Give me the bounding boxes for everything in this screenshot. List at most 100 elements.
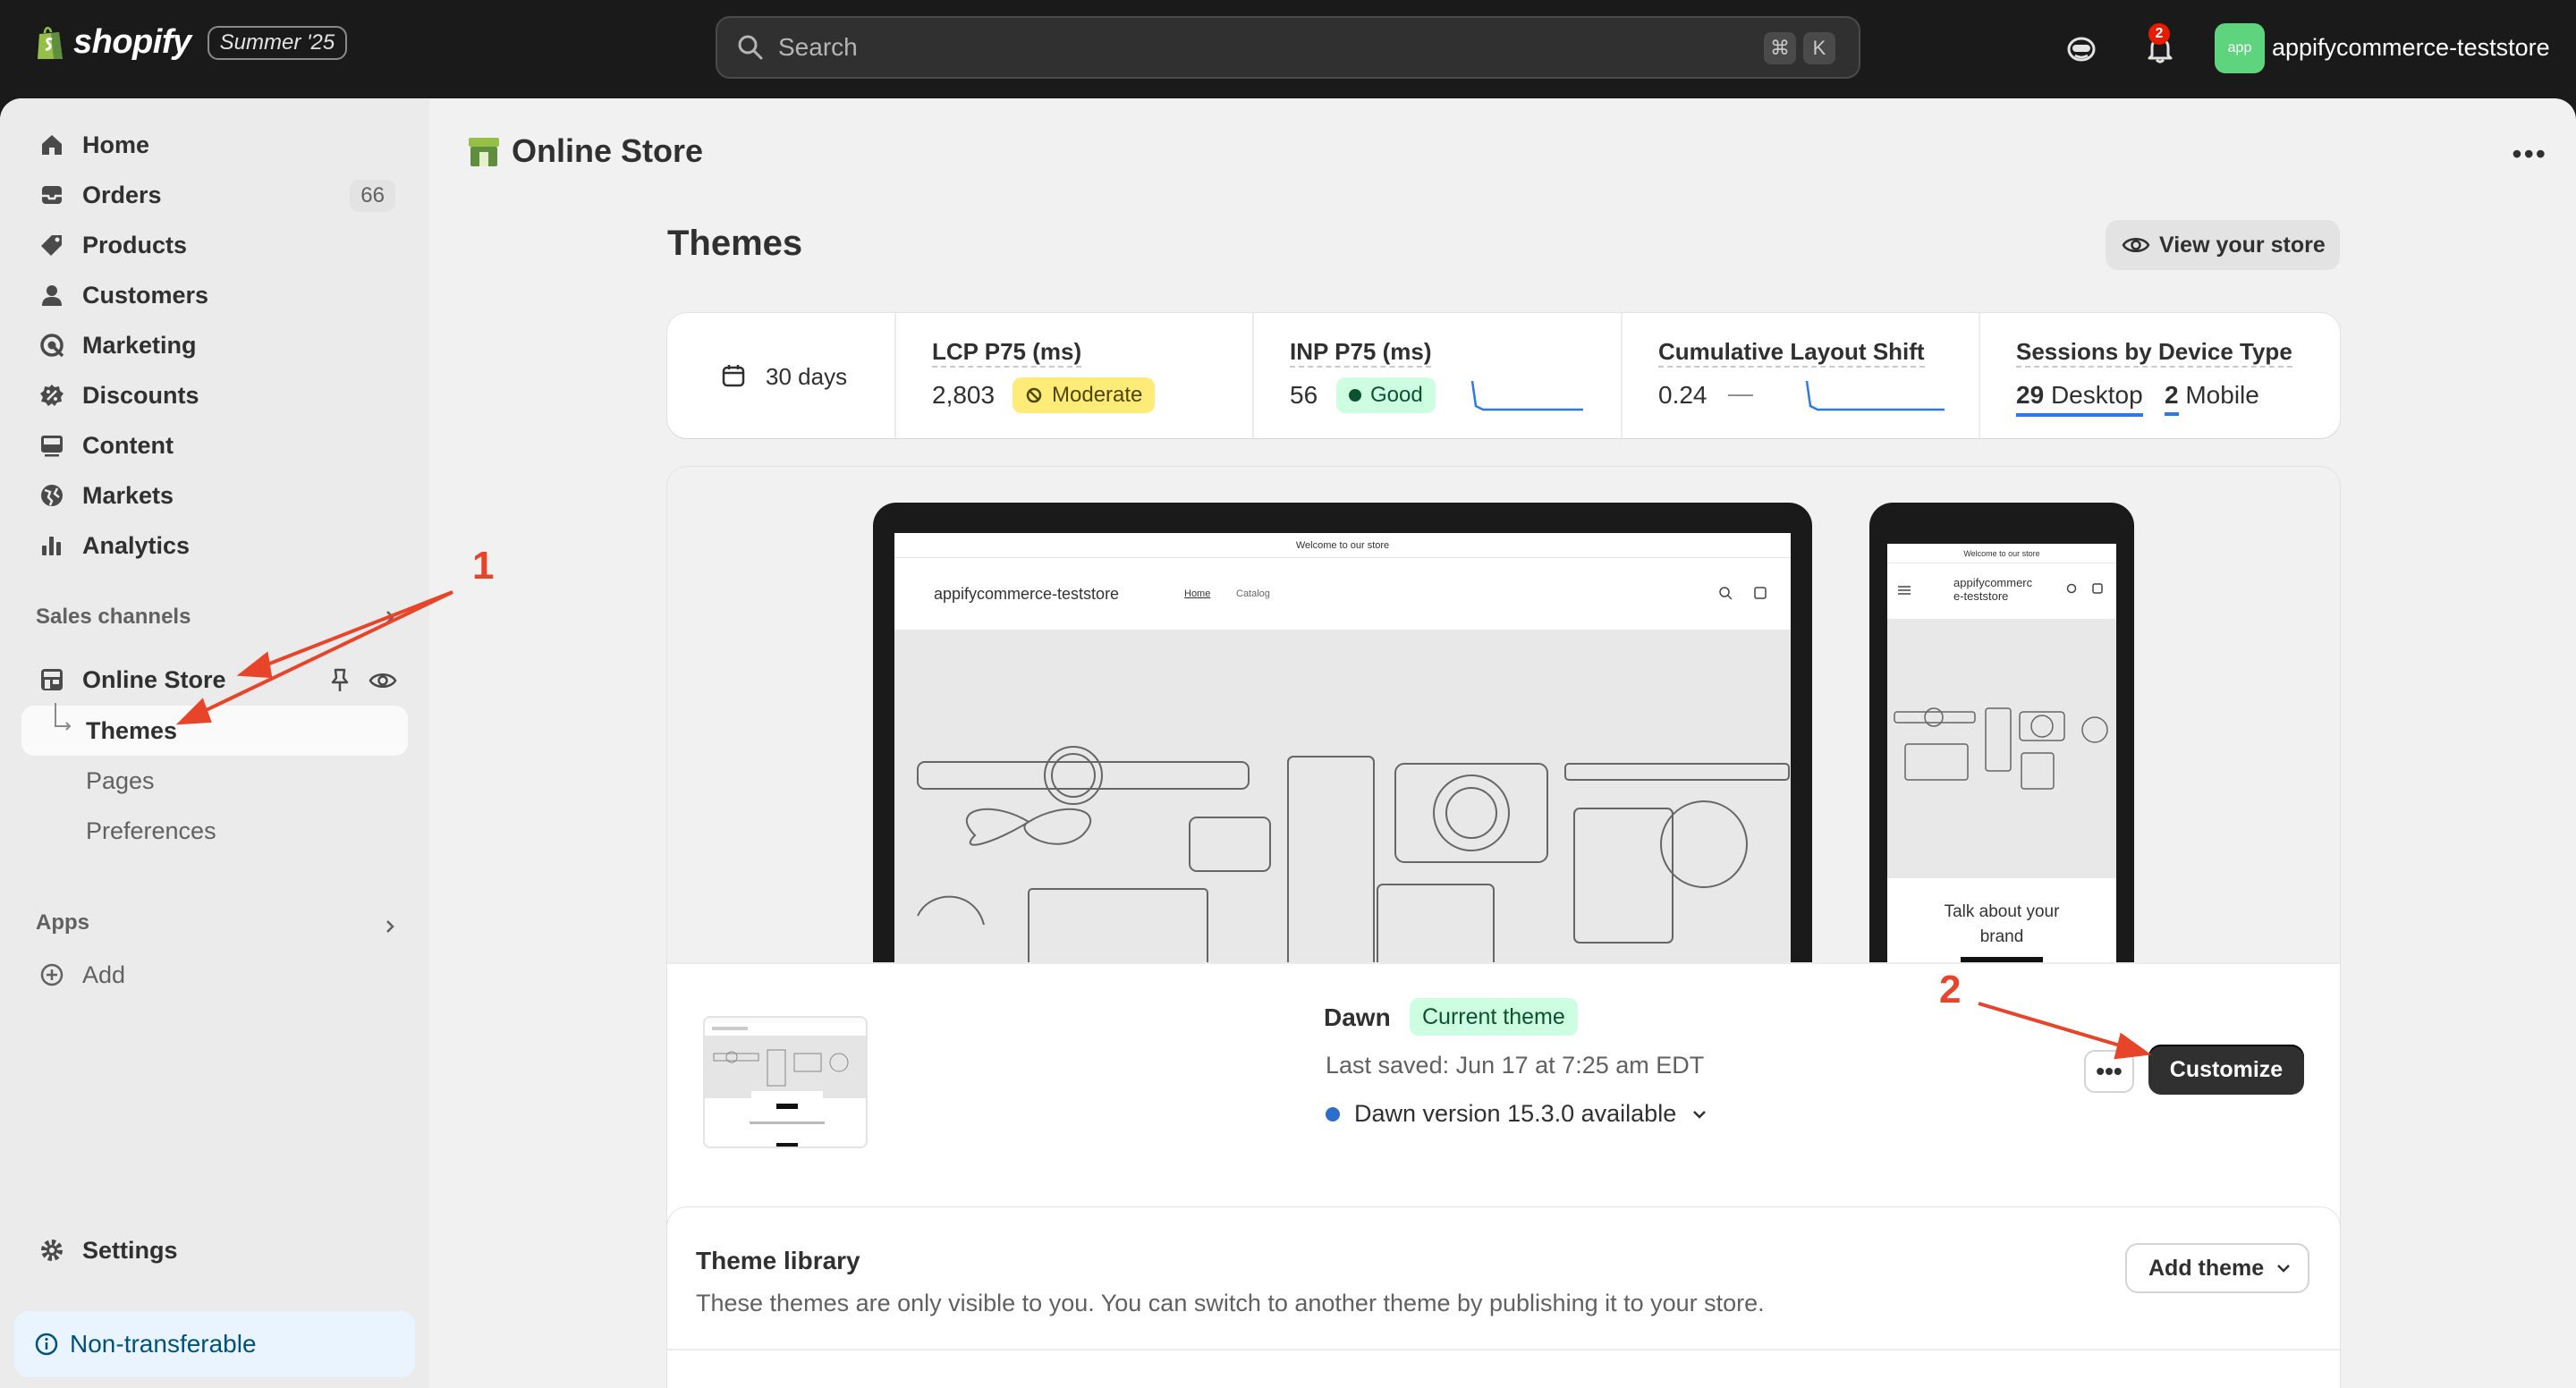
desktop-sessions: 29 Desktop <box>2016 381 2143 417</box>
sidebar-item-label: Customers <box>82 281 209 309</box>
plus-circle-icon <box>34 957 70 993</box>
image-icon <box>34 427 70 463</box>
inp-status-badge: Good <box>1336 377 1436 413</box>
search-icon <box>738 35 763 60</box>
tag-icon <box>34 227 70 263</box>
sidebar-item-orders[interactable]: Orders 66 <box>21 172 404 218</box>
sidebar-item-markets[interactable]: Markets <box>21 472 404 519</box>
sidebar-item-customers[interactable]: Customers <box>21 272 404 318</box>
good-dot-icon <box>1349 389 1361 402</box>
mobile-sessions: 2 Mobile <box>2165 381 2259 416</box>
globe-icon <box>34 478 70 513</box>
shopify-logo[interactable]: shopify Summer '25 <box>36 23 348 62</box>
target-icon <box>34 327 70 363</box>
current-theme-badge: Current theme <box>1410 998 1578 1036</box>
non-transferable-banner[interactable]: Non-transferable <box>14 1311 415 1377</box>
inbox-icon <box>34 177 70 213</box>
apps-heading[interactable]: Apps <box>36 910 89 935</box>
cls-status: — <box>1728 379 1753 407</box>
main-content: Online Store ••• Themes View your store … <box>429 98 2576 1388</box>
add-theme-button[interactable]: Add theme <box>2125 1243 2309 1293</box>
mobile-count: 2 <box>2165 381 2179 416</box>
sidebar-item-label: Online Store <box>82 665 226 693</box>
lcp-metric[interactable]: LCP P75 (ms) 2,803 Moderate <box>896 313 1254 438</box>
cls-label: Cumulative Layout Shift <box>1658 338 1925 368</box>
themes-heading: Themes <box>667 224 803 263</box>
version-update-label: Dawn version 15.3.0 available <box>1354 1100 1677 1127</box>
desktop-count: 29 <box>2016 381 2045 409</box>
inp-value: 56 <box>1290 381 1318 409</box>
inp-metric[interactable]: INP P75 (ms) 56 Good <box>1254 313 1623 438</box>
sidebar-item-marketing[interactable]: Marketing <box>21 322 404 368</box>
sidebar-item-label: Marketing <box>82 331 197 359</box>
mobile-preview-hero <box>1887 619 2116 878</box>
eye-icon[interactable] <box>369 670 397 691</box>
view-store-button[interactable]: View your store <box>2106 220 2340 270</box>
sidebar-item-products[interactable]: Products <box>21 222 404 268</box>
sidekick-icon[interactable] <box>2059 27 2104 72</box>
sidebar-item-themes[interactable]: Themes <box>86 717 177 745</box>
sidebar: Home Orders 66 Products Customers Market… <box>0 98 429 1388</box>
page-header: Online Store <box>467 132 703 170</box>
chevron-right-icon[interactable] <box>381 918 399 935</box>
chevron-down-icon <box>1693 1110 1707 1119</box>
preview-nav-catalog: Catalog <box>1236 588 1270 599</box>
k-key: K <box>1803 32 1835 64</box>
chevron-right-icon[interactable] <box>381 608 399 626</box>
sidebar-item-preferences[interactable]: Preferences <box>86 817 216 845</box>
sidebar-item-label: Markets <box>82 481 174 509</box>
annotation-step-2: 2 <box>1939 968 1962 1011</box>
divider <box>667 1349 2340 1350</box>
mobile-preview-screen: Welcome to our store appifycommerc e-tes… <box>1887 544 2116 968</box>
search-bar[interactable]: Search ⌘ K <box>716 16 1860 79</box>
sidebar-item-label: Products <box>82 231 188 258</box>
lcp-status-badge: Moderate <box>1013 377 1156 413</box>
sidebar-item-discounts[interactable]: Discounts <box>21 372 404 419</box>
sidebar-item-label: Discounts <box>82 381 199 409</box>
tree-connector-icon <box>55 703 72 731</box>
current-theme-card: Welcome to our store appifycommerce-test… <box>667 467 2340 1275</box>
gear-icon <box>34 1232 70 1268</box>
mobile-preview-tagline: Talk about your brand <box>1887 900 2116 950</box>
version-update-notice[interactable]: Dawn version 15.3.0 available <box>1326 1100 1708 1128</box>
bar-chart-icon <box>34 528 70 563</box>
orders-count-badge: 66 <box>350 180 395 212</box>
cls-metric[interactable]: Cumulative Layout Shift 0.24 — <box>1623 313 1980 438</box>
sidebar-item-label: Add <box>82 961 126 988</box>
top-bar: shopify Summer '25 Search ⌘ K 2 app appi… <box>0 0 2576 98</box>
mobile-preview[interactable]: Welcome to our store appifycommerc e-tes… <box>1869 503 2134 968</box>
desktop-label: Desktop <box>2050 381 2143 409</box>
sidebar-item-label: Orders <box>82 181 162 208</box>
shopify-bag-icon <box>38 26 63 59</box>
sidebar-item-themes-highlight[interactable] <box>21 706 408 756</box>
mobile-tagline-line2: brand <box>1979 927 2024 946</box>
search-placeholder: Search <box>778 33 858 61</box>
customize-button[interactable]: Customize <box>2148 1045 2304 1095</box>
sidebar-item-home[interactable]: Home <box>21 122 404 168</box>
edition-badge: Summer '25 <box>207 25 348 60</box>
inp-label: INP P75 (ms) <box>1290 338 1432 368</box>
sidebar-item-settings[interactable]: Settings <box>21 1227 404 1274</box>
mobile-tagline-line1: Talk about your <box>1944 902 2060 921</box>
sidebar-item-label: Home <box>82 131 150 158</box>
sidebar-item-add-app[interactable]: Add <box>21 952 404 998</box>
pin-icon[interactable] <box>327 667 352 694</box>
last-saved-text: Last saved: Jun 17 at 7:25 am EDT <box>1326 1052 1705 1079</box>
desktop-preview[interactable]: Welcome to our store appifycommerce-test… <box>873 503 1812 968</box>
period-selector[interactable]: 30 days <box>667 313 896 438</box>
sidebar-item-analytics[interactable]: Analytics <box>21 522 404 569</box>
avatar[interactable]: app <box>2215 23 2265 73</box>
more-actions-icon[interactable]: ••• <box>2512 138 2547 171</box>
sidebar-item-pages[interactable]: Pages <box>86 767 155 795</box>
storefront-icon <box>34 662 70 698</box>
info-icon <box>35 1333 58 1356</box>
discount-icon <box>34 377 70 413</box>
theme-thumbnail[interactable] <box>703 1016 868 1148</box>
theme-actions-button[interactable]: ••• <box>2084 1050 2134 1093</box>
sessions-metric[interactable]: Sessions by Device Type 29 Desktop 2 Mob… <box>1980 313 2340 438</box>
online-store-icon <box>469 138 499 166</box>
store-name[interactable]: appifycommerce-teststore <box>2272 34 2550 62</box>
sidebar-item-label: Settings <box>82 1236 178 1264</box>
home-icon <box>34 127 70 163</box>
sidebar-item-content[interactable]: Content <box>21 422 404 469</box>
